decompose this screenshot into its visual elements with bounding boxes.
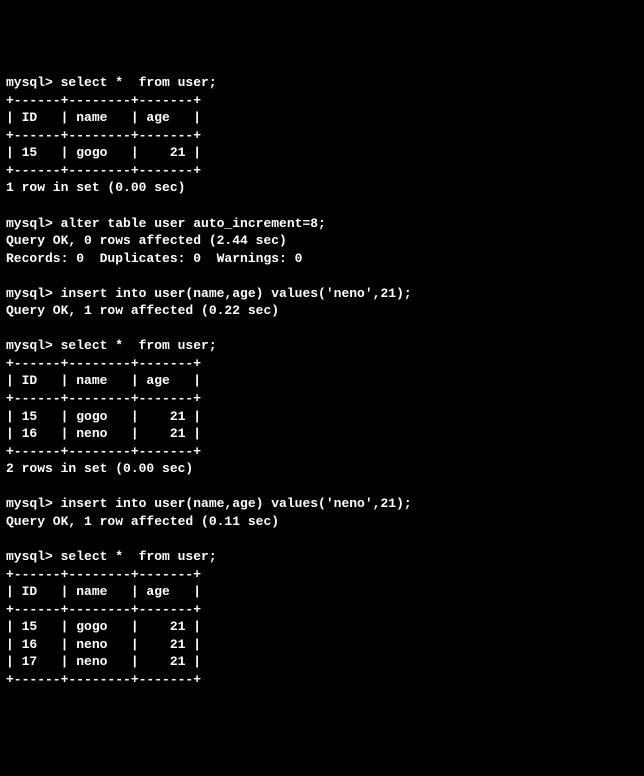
table-row: | 15 | gogo | 21 | [6,618,638,636]
mysql-command[interactable]: mysql> select * from user; [6,337,638,355]
mysql-command[interactable]: mysql> insert into user(name,age) values… [6,495,638,513]
blank-line [6,197,638,215]
mysql-command[interactable]: mysql> select * from user; [6,74,638,92]
table-separator: +------+--------+-------+ [6,390,638,408]
table-row: | 16 | neno | 21 | [6,425,638,443]
output-line: Query OK, 1 row affected (0.11 sec) [6,513,638,531]
table-separator: +------+--------+-------+ [6,671,638,689]
table-separator: +------+--------+-------+ [6,601,638,619]
blank-line [6,530,638,548]
mysql-terminal[interactable]: mysql> select * from user;+------+------… [6,74,638,688]
table-row: | 15 | gogo | 21 | [6,144,638,162]
output-line: 1 row in set (0.00 sec) [6,179,638,197]
output-line: Records: 0 Duplicates: 0 Warnings: 0 [6,250,638,268]
output-line: 2 rows in set (0.00 sec) [6,460,638,478]
table-separator: +------+--------+-------+ [6,162,638,180]
table-header: | ID | name | age | [6,109,638,127]
table-separator: +------+--------+-------+ [6,355,638,373]
table-separator: +------+--------+-------+ [6,566,638,584]
output-line: Query OK, 0 rows affected (2.44 sec) [6,232,638,250]
mysql-command[interactable]: mysql> insert into user(name,age) values… [6,285,638,303]
mysql-command[interactable]: mysql> alter table user auto_increment=8… [6,215,638,233]
table-separator: +------+--------+-------+ [6,92,638,110]
table-header: | ID | name | age | [6,372,638,390]
blank-line [6,478,638,496]
table-row: | 16 | neno | 21 | [6,636,638,654]
table-header: | ID | name | age | [6,583,638,601]
table-row: | 17 | neno | 21 | [6,653,638,671]
blank-line [6,320,638,338]
table-row: | 15 | gogo | 21 | [6,408,638,426]
mysql-command[interactable]: mysql> select * from user; [6,548,638,566]
blank-line [6,267,638,285]
output-line: Query OK, 1 row affected (0.22 sec) [6,302,638,320]
table-separator: +------+--------+-------+ [6,127,638,145]
table-separator: +------+--------+-------+ [6,443,638,461]
